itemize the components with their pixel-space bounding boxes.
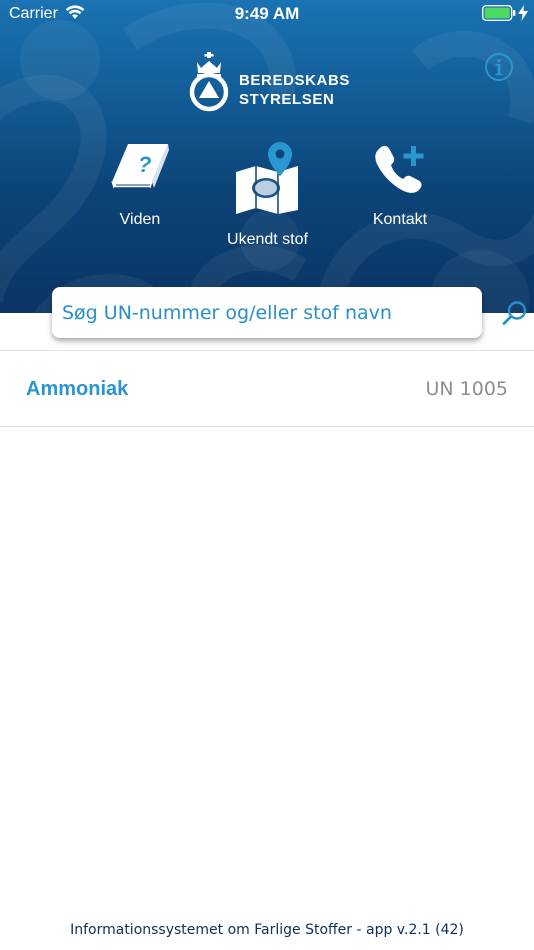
nav-viden-label: Viden xyxy=(119,211,161,228)
book-question-icon: ? xyxy=(111,144,169,189)
map-pin-icon xyxy=(235,142,298,214)
app-version-footer: Informationssystemet om Farlige Stoffer … xyxy=(70,922,464,938)
info-icon xyxy=(485,53,513,81)
un-number: UN 1005 xyxy=(425,378,508,400)
status-bar: Carrier 9:49 AM xyxy=(0,0,534,28)
nav-kontakt-label: Kontakt xyxy=(372,211,428,228)
list-row-divider xyxy=(0,426,534,427)
nav-ukendt-stof[interactable]: Ukendt stof xyxy=(210,140,325,249)
logo-text-line2: STYRELSEN xyxy=(239,91,335,108)
svg-text:?: ? xyxy=(138,152,151,177)
status-time: 9:49 AM xyxy=(234,4,300,23)
search-input[interactable] xyxy=(62,287,442,338)
logo-text-line1: BEREDSKABS xyxy=(239,72,351,89)
nav-ukendt-stof-label: Ukendt stof xyxy=(227,231,308,248)
info-button[interactable] xyxy=(484,52,514,82)
nav-viden[interactable]: ? Viden xyxy=(95,140,185,229)
search-bar xyxy=(52,287,527,338)
crown-emblem-icon xyxy=(189,52,229,112)
substance-name: Ammoniak xyxy=(26,378,129,400)
beredskabsstyrelsen-logo: BEREDSKABS STYRELSEN xyxy=(186,52,356,114)
nav-kontakt[interactable]: Kontakt xyxy=(355,140,445,229)
header-banner: Carrier 9:49 AM BEREDSKABS STYRELSEN ? V… xyxy=(0,0,534,313)
phone-plus-icon xyxy=(375,145,424,193)
result-row[interactable]: Ammoniak UN 1005 xyxy=(0,351,534,426)
battery-icon xyxy=(481,4,516,26)
search-icon[interactable] xyxy=(502,300,528,331)
charging-bolt-icon xyxy=(518,5,528,26)
